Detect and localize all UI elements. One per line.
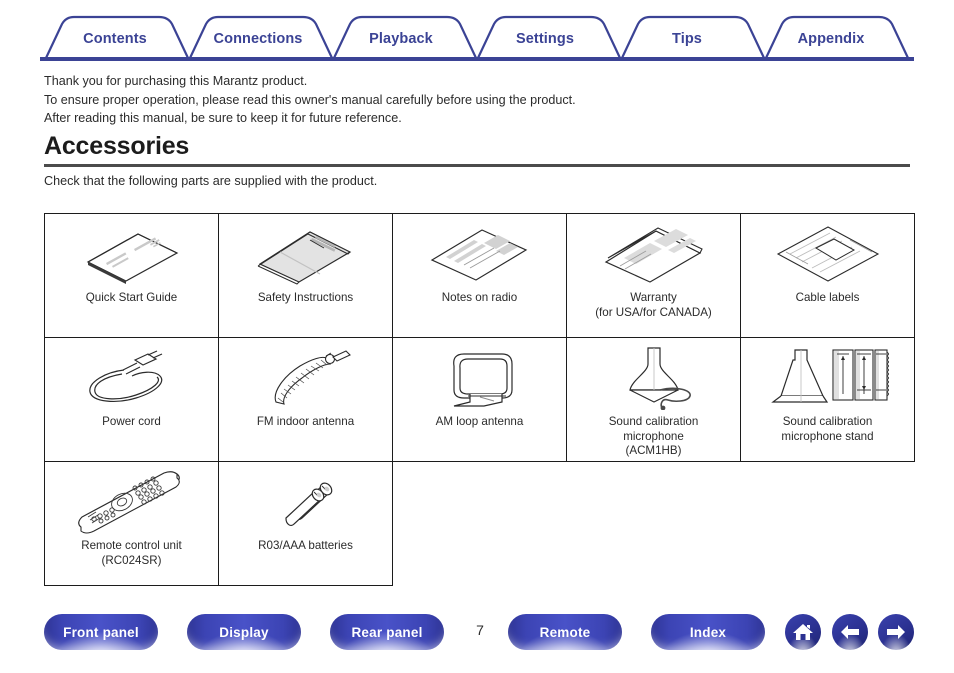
- top-tab-bar[interactable]: Contents Connections Playback Settings T…: [0, 0, 954, 64]
- intro-line-3: After reading this manual, be sure to ke…: [44, 111, 402, 125]
- tab-settings[interactable]: Settings: [516, 31, 574, 47]
- section-subtext: Check that the following parts are suppl…: [44, 174, 378, 188]
- rear-panel-button[interactable]: Rear panel: [330, 614, 444, 650]
- display-button[interactable]: Display: [187, 614, 301, 650]
- accessory-label: Cable labels: [795, 291, 860, 304]
- booklet-safety-icon: [219, 218, 392, 290]
- accessory-cell-calibration-mic: Sound calibration microphone (ACM1HB): [566, 337, 741, 462]
- accessory-cell-empty: [393, 462, 567, 586]
- power-cord-icon: [45, 342, 218, 414]
- table-row: Remote control unit (RC024SR) R03/AAA ba…: [44, 461, 915, 586]
- remote-button[interactable]: Remote: [508, 614, 622, 650]
- tab-contents[interactable]: Contents: [83, 31, 147, 47]
- accessory-cell-warranty: Warranty (for USA/for CANADA): [566, 213, 741, 338]
- accessory-cell-power-cord: Power cord: [44, 337, 219, 462]
- arrow-left-icon: [839, 623, 861, 641]
- booklet-warranty-icon: [567, 218, 740, 290]
- accessory-label: Safety Instructions: [257, 291, 354, 304]
- intro-line-2: To ensure proper operation, please read …: [44, 92, 576, 107]
- accessory-label: Quick Start Guide: [85, 291, 178, 304]
- tab-playback[interactable]: Playback: [369, 31, 433, 47]
- calibration-mic-icon: [567, 342, 740, 414]
- front-panel-button[interactable]: Front panel: [44, 614, 158, 650]
- accessory-cell-empty: [741, 462, 915, 586]
- next-page-button[interactable]: [878, 614, 914, 650]
- accessory-label: Sound calibration microphone (ACM1HB): [608, 415, 699, 457]
- intro-paragraph: Thank you for purchasing this Marantz pr…: [44, 72, 914, 128]
- accessory-label: AM loop antenna: [435, 415, 524, 428]
- table-row: Quick Start Guide Safety Instructions No…: [44, 213, 915, 338]
- home-icon: [792, 622, 814, 642]
- page-number: 7: [476, 622, 484, 638]
- arrow-right-icon: [885, 623, 907, 641]
- accessory-label: Sound calibration microphone stand: [781, 415, 874, 443]
- tab-appendix[interactable]: Appendix: [798, 31, 865, 47]
- accessory-label: FM indoor antenna: [256, 415, 355, 428]
- mic-stand-icon: [741, 342, 914, 414]
- table-row: Power cord FM indoor antenna AM loop ant…: [44, 337, 915, 462]
- accessory-label: Warranty (for USA/for CANADA): [595, 291, 712, 319]
- remote-control-icon: [45, 466, 218, 538]
- home-button[interactable]: [785, 614, 821, 650]
- footer-navigation: Front panel Display Rear panel 7 Remote …: [0, 614, 954, 664]
- accessory-cell-mic-stand: Sound calibration microphone stand: [740, 337, 915, 462]
- fm-antenna-icon: [219, 342, 392, 414]
- intro-line-1: Thank you for purchasing this Marantz pr…: [44, 74, 308, 88]
- accessory-cell-quick-start-guide: Quick Start Guide: [44, 213, 219, 338]
- accessory-label: R03/AAA batteries: [258, 539, 353, 552]
- accessory-cell-remote-control: Remote control unit (RC024SR): [44, 461, 219, 586]
- accessory-label: Power cord: [102, 415, 161, 428]
- heading-divider: [44, 164, 910, 167]
- sheet-radio-icon: [393, 218, 566, 290]
- section-heading-block: Accessories: [44, 131, 910, 167]
- booklet-plain-icon: [45, 218, 218, 290]
- am-loop-antenna-icon: [393, 342, 566, 414]
- accessories-table: Quick Start Guide Safety Instructions No…: [44, 213, 915, 586]
- tab-connections[interactable]: Connections: [214, 31, 303, 47]
- accessory-label: Notes on radio: [441, 291, 518, 304]
- accessory-cell-safety-instructions: Safety Instructions: [218, 213, 393, 338]
- accessory-cell-cable-labels: Cable labels: [740, 213, 915, 338]
- accessory-label: Remote control unit (RC024SR): [81, 539, 182, 567]
- batteries-icon: [219, 466, 392, 538]
- accessory-cell-empty: [567, 462, 741, 586]
- accessory-cell-notes-on-radio: Notes on radio: [392, 213, 567, 338]
- previous-page-button[interactable]: [832, 614, 868, 650]
- accessory-cell-batteries: R03/AAA batteries: [218, 461, 393, 586]
- accessory-cell-am-loop-antenna: AM loop antenna: [392, 337, 567, 462]
- index-button[interactable]: Index: [651, 614, 765, 650]
- tab-tips[interactable]: Tips: [672, 31, 702, 47]
- page-title: Accessories: [44, 132, 190, 160]
- cable-labels-icon: [741, 218, 914, 290]
- accessory-cell-fm-antenna: FM indoor antenna: [218, 337, 393, 462]
